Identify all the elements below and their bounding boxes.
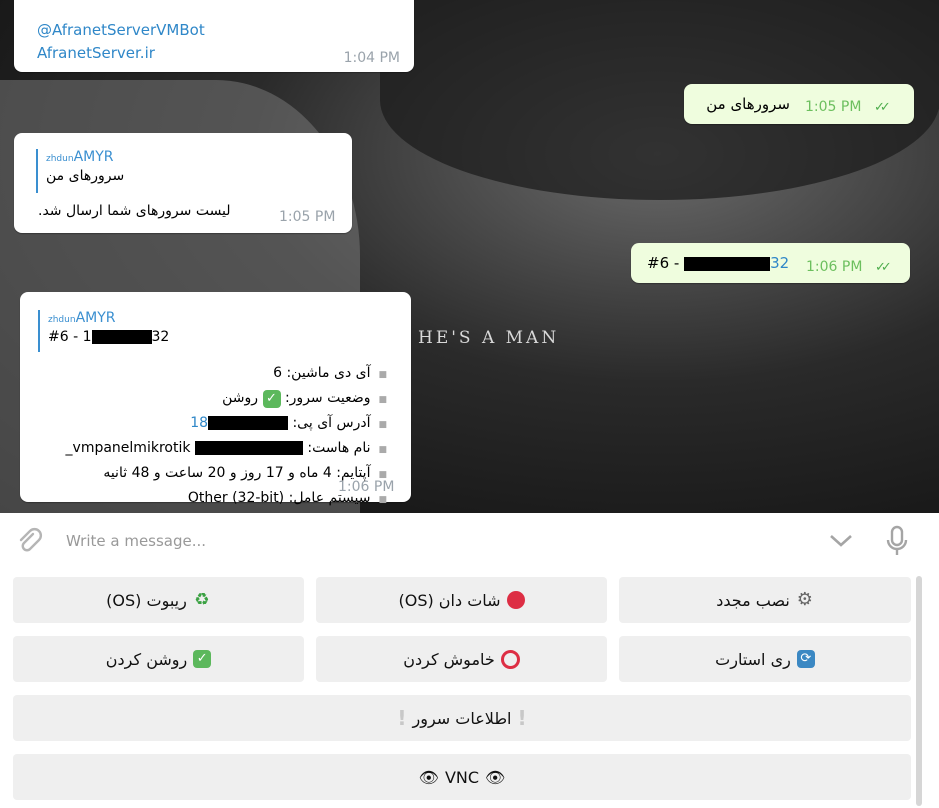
vm-id-row: ■آی دی ماشین: 6 [273, 365, 387, 381]
message-server-list-sent: zhdunAMYR سرورهای من لیست سرورهای شما ار… [14, 133, 352, 233]
ip-link[interactable]: 18 [190, 415, 208, 431]
reply-prefix: zhdun [46, 154, 74, 164]
vnc-button[interactable]: 👁 VNC 👁 [13, 754, 911, 800]
restart-button[interactable]: ⟳ ری استارت [619, 636, 911, 682]
message-time: 1:04 PM [343, 50, 400, 66]
reply-author: AMYR [73, 149, 114, 165]
redacted-host [194, 441, 303, 455]
keyboard-scrollbar[interactable] [916, 576, 922, 806]
microphone-icon[interactable] [884, 525, 910, 561]
message-time: 1:06 PM [806, 259, 863, 275]
check-mark-icon: ✓ [262, 390, 281, 408]
read-check-icon: ✓✓ [874, 100, 891, 115]
bot-username-link[interactable]: @AfranetServerVMBot [37, 21, 205, 39]
reinstall-button[interactable]: ⚙ نصب مجدد [619, 577, 911, 623]
exclamation-icon: ! [397, 706, 407, 730]
hollow-circle-icon [500, 649, 520, 669]
message-input[interactable]: Write a message... [66, 532, 206, 550]
power-off-button[interactable]: خاموش کردن [316, 636, 607, 682]
eye-icon: 👁 [418, 767, 439, 787]
reply-quote[interactable]: zhdunAMYR #6 - 1 32 [38, 310, 169, 352]
redacted-ip [208, 416, 289, 430]
refresh-icon: ⟳ [796, 650, 815, 668]
redacted-ip [91, 330, 152, 344]
message-time: 1:05 PM [805, 99, 862, 115]
gear-icon: ⚙ [796, 589, 813, 610]
bot-keyboard: ⚙ نصب مجدد شات دان (OS) ♻ ریبوت (OS) ⟳ ری ا… [0, 569, 939, 808]
redacted-ip [684, 256, 771, 271]
server-info-button[interactable]: ! اطلاعات سرور! [13, 695, 911, 741]
check-mark-icon: ✓ [193, 650, 212, 668]
shutdown-button[interactable]: شات دان (OS) [316, 577, 607, 623]
website-link[interactable]: AfranetServer.ir [37, 44, 155, 62]
reply-text: سرورهای من [46, 168, 125, 184]
message-time: 1:06 PM [338, 479, 395, 495]
reboot-button[interactable]: ♻ ریبوت (OS) [13, 577, 304, 623]
message-bot-links: @AfranetServerVMBot AfranetServer.ir 1:0… [14, 0, 414, 72]
red-circle-icon [506, 591, 525, 609]
chat-area: HE'S A MAN @AfranetServerVMBot AfranetSe… [0, 0, 939, 513]
power-on-button[interactable]: ✓ روشن کردن [13, 636, 304, 682]
server-prefix: #6 - [647, 254, 685, 272]
message-input-bar: Write a message... [0, 513, 939, 569]
message-outgoing-server-6: #6 - 32 1:06 PM ✓✓ [631, 243, 910, 283]
recycle-icon: ♻ [194, 590, 210, 610]
chevron-down-icon[interactable] [828, 533, 854, 553]
reply-prefix: zhdun [48, 315, 76, 325]
host-row: ■نام هاست: vmpanelmikrotik_ [65, 440, 387, 456]
message-text: سرورهای من [706, 95, 790, 113]
message-text: لیست سرورهای شما ارسال شد. [38, 203, 231, 219]
paperclip-icon[interactable] [15, 527, 43, 555]
message-time: 1:05 PM [279, 209, 336, 225]
read-check-icon: ✓✓ [875, 260, 892, 275]
exclamation-icon: ! [517, 706, 527, 730]
message-text: #6 - 32 [647, 254, 789, 272]
reply-author: AMYR [75, 310, 116, 326]
status-row: ■وضعیت سرور: ✓ روشن [222, 390, 387, 408]
server-suffix: 32 [770, 254, 790, 272]
reply-quote[interactable]: zhdunAMYR سرورهای من [36, 149, 124, 193]
message-server-details: zhdunAMYR #6 - 1 32 ■آی دی ماشین: 6 ■وضعی… [20, 292, 411, 506]
ip-row: ■آدرس آی پی: 18 [190, 415, 387, 431]
wallpaper-watermark: HE'S A MAN [418, 328, 560, 348]
eye-icon: 👁 [485, 767, 506, 787]
message-outgoing-my-servers: سرورهای من 1:05 PM ✓✓ [684, 84, 914, 124]
reply-text: #6 - 1 32 [48, 329, 170, 345]
